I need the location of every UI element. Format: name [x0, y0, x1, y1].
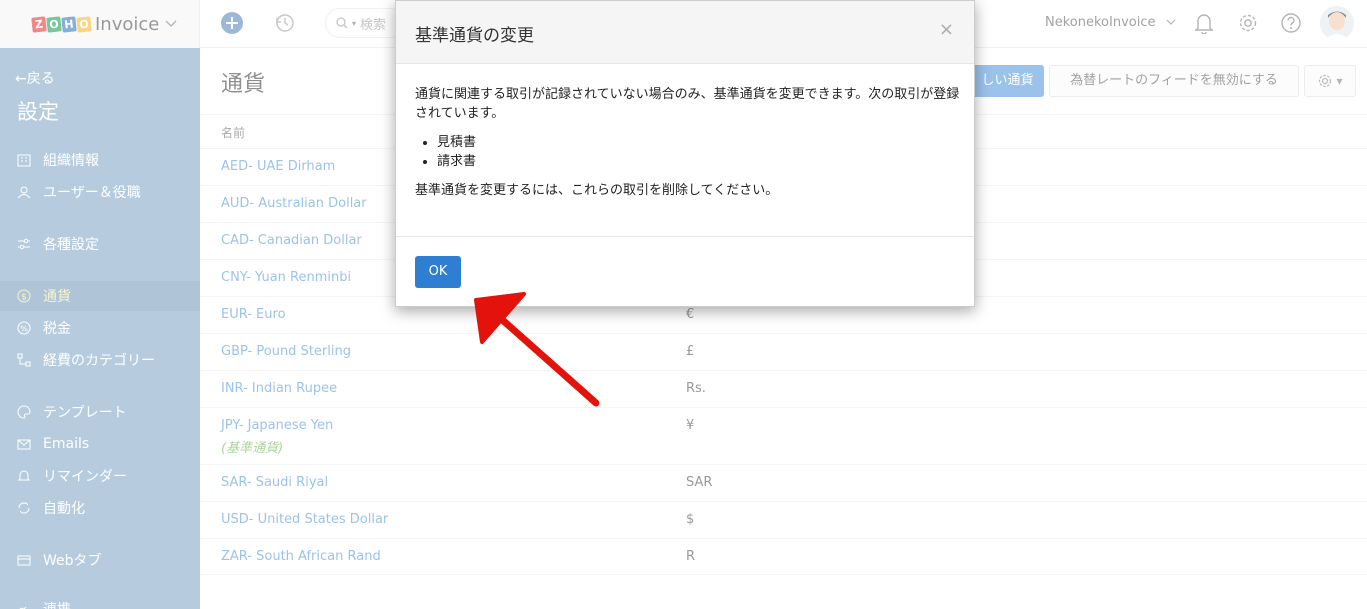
dialog-instruction: 基準通貨を変更するには、これらの取引を削除してください。	[415, 183, 779, 198]
close-icon[interactable]: ×	[939, 19, 954, 40]
dialog-body: 通貨に関連する取引が記録されていない場合のみ、基準通貨を変更できます。次の取引が…	[415, 85, 960, 200]
change-base-currency-dialog: 基準通貨の変更 × 通貨に関連する取引が記録されていない場合のみ、基準通貨を変更…	[395, 0, 975, 307]
ok-button[interactable]: OK	[415, 256, 461, 288]
dialog-divider	[396, 236, 974, 237]
list-item: 請求書	[437, 152, 960, 171]
list-item: 見積書	[437, 133, 960, 152]
annotation-arrow	[460, 280, 620, 419]
transaction-list: 見積書 請求書	[437, 133, 960, 171]
dialog-title: 基準通貨の変更	[415, 26, 534, 46]
dialog-message: 通貨に関連する取引が記録されていない場合のみ、基準通貨を変更できます。次の取引が…	[415, 87, 960, 121]
dialog-header: 基準通貨の変更 ×	[396, 1, 974, 64]
